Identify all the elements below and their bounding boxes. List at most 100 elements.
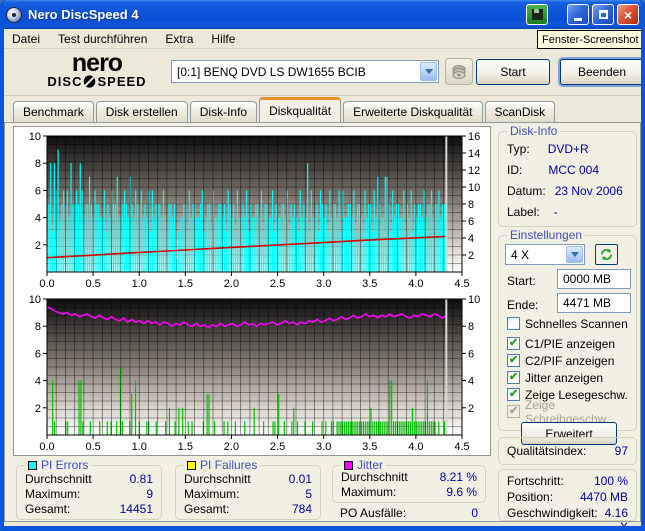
checkbox-schnelles-scannen[interactable]: Schnelles Scannen — [507, 316, 628, 331]
tab-scandisk[interactable]: ScanDisk — [485, 101, 556, 122]
svg-text:0.5: 0.5 — [85, 441, 100, 453]
checkbox-jitter[interactable]: Jitter anzeigen — [507, 370, 603, 385]
svg-text:1.0: 1.0 — [132, 441, 147, 453]
svg-text:10: 10 — [468, 294, 480, 306]
start-position-field[interactable]: 0000 MB — [557, 269, 631, 289]
menu-hilfe[interactable]: Hilfe — [211, 32, 235, 46]
tab-disk-erstellen[interactable]: Disk erstellen — [96, 101, 188, 122]
minimize-icon — [574, 18, 582, 21]
disk-type-value: DVD+R — [530, 142, 628, 156]
disc-logo-icon — [83, 75, 96, 88]
chevron-down-icon — [571, 252, 579, 257]
progress-label: Fortschritt: — [507, 474, 564, 488]
tab-benchmark[interactable]: Benchmark — [13, 101, 94, 122]
pi-errors-stats-title: PI Errors — [41, 458, 88, 472]
eject-button[interactable] — [445, 58, 473, 85]
tab-disk-info[interactable]: Disk-Info — [190, 101, 257, 122]
po-failures-label: PO Ausfälle: — [340, 506, 406, 520]
svg-text:8: 8 — [35, 158, 41, 170]
app-window: Nero DiscSpeed 4 × Fenster-Screenshot in… — [0, 0, 645, 531]
minimize-button[interactable] — [567, 4, 589, 25]
po-failures-row: PO Ausfälle: 0 — [340, 506, 478, 520]
progress-value: 100 % — [594, 474, 628, 488]
disc-stack-icon — [451, 64, 467, 80]
speed-select-dropdown-button[interactable] — [566, 246, 583, 263]
quit-button[interactable]: Beenden — [560, 59, 644, 85]
checkbox-c2-pif[interactable]: C2/PIF anzeigen — [507, 353, 614, 368]
disk-label-value: - — [540, 205, 628, 219]
close-button[interactable]: × — [617, 4, 639, 25]
floppy-disk-icon — [532, 9, 543, 20]
checkbox-c1-pie[interactable]: C1/PIE anzeigen — [507, 336, 615, 351]
drive-select-value: [0:1] BENQ DVD LS DW1655 BCIB — [172, 65, 419, 79]
tooltip: Fenster-Screenshot in — [537, 30, 645, 49]
refresh-button[interactable] — [595, 244, 618, 265]
header-bar: nero DISC SPEED [0:1] BENQ DVD LS DW1655… — [4, 50, 641, 96]
svg-text:4: 4 — [35, 213, 41, 225]
pi-errors-legend-icon — [28, 461, 37, 470]
quality-index-box: Qualitätsindex:97 — [498, 437, 637, 465]
pi-failures-legend-icon — [187, 461, 196, 470]
menu-datei[interactable]: Datei — [12, 32, 40, 46]
svg-text:14: 14 — [468, 148, 480, 160]
svg-text:2: 2 — [35, 240, 41, 252]
checkbox-schreibgeschw[interactable]: Zeige Schreibgeschw. — [507, 404, 636, 419]
svg-text:2: 2 — [468, 403, 474, 415]
maximize-button[interactable] — [592, 4, 614, 25]
svg-text:6: 6 — [35, 348, 41, 360]
diskqualitaet-page: 1086421614121086420.00.51.01.52.02.53.03… — [4, 122, 641, 522]
tab-bar: Benchmark Disk erstellen Disk-Info Diskq… — [4, 97, 641, 122]
disk-date-label: Datum: — [507, 184, 546, 198]
pif-avg-value: 0.01 — [289, 472, 312, 486]
disk-info-title: Disk-Info — [507, 124, 560, 138]
svg-text:2.0: 2.0 — [224, 441, 239, 453]
drive-select-dropdown-button[interactable] — [420, 62, 437, 81]
window-title: Nero DiscSpeed 4 — [28, 7, 523, 22]
checkbox-icon — [507, 354, 520, 367]
pi-errors-stats-group: PI Errors Durchschnitt0.81 Maximum:9 Ges… — [16, 465, 162, 520]
svg-text:4.0: 4.0 — [408, 278, 423, 290]
speed-select[interactable]: 4 X — [505, 244, 585, 265]
pi-failures-stats-group: PI Failures Durchschnitt0.01 Maximum:5 G… — [175, 465, 321, 520]
disk-label-label: Label: — [507, 205, 540, 219]
svg-text:3.5: 3.5 — [362, 441, 377, 453]
svg-text:2.0: 2.0 — [224, 278, 239, 290]
screenshot-button[interactable] — [526, 4, 548, 25]
tab-diskqualitaet[interactable]: Diskqualität — [259, 97, 341, 122]
svg-text:2.5: 2.5 — [270, 278, 285, 290]
svg-text:4.0: 4.0 — [408, 441, 423, 453]
menu-extra[interactable]: Extra — [165, 32, 193, 46]
svg-text:3.0: 3.0 — [316, 278, 331, 290]
svg-text:8: 8 — [468, 199, 474, 211]
position-label: Position: — [507, 490, 553, 504]
po-failures-value: 0 — [471, 506, 478, 520]
tab-erweiterte-diskqualitaet[interactable]: Erweiterte Diskqualität — [343, 101, 482, 122]
svg-text:1.0: 1.0 — [132, 278, 147, 290]
disk-type-label: Typ: — [507, 142, 530, 156]
svg-text:4: 4 — [35, 376, 41, 388]
svg-text:0.0: 0.0 — [39, 441, 54, 453]
menu-test-durchfuehren[interactable]: Test durchführen — [58, 32, 147, 46]
logo-speed-text: SPEED — [97, 74, 146, 89]
maximize-icon — [599, 10, 608, 19]
position-value: 4470 MB — [580, 490, 628, 504]
svg-text:12: 12 — [468, 165, 480, 177]
svg-text:16: 16 — [468, 131, 480, 143]
disk-date-value: 23 Nov 2006 — [546, 184, 628, 198]
start-position-label: Start: — [507, 274, 536, 288]
jitter-max-value: 9.6 % — [446, 485, 477, 499]
settings-title: Einstellungen — [507, 228, 585, 242]
svg-text:4: 4 — [468, 233, 474, 245]
progress-box: Fortschritt:100 % Position:4470 MB Gesch… — [498, 469, 637, 521]
title-bar[interactable]: Nero DiscSpeed 4 × — [0, 0, 645, 29]
end-position-field[interactable]: 4471 MB — [557, 293, 631, 313]
drive-select[interactable]: [0:1] BENQ DVD LS DW1655 BCIB — [171, 60, 439, 83]
speed-value: 4.16 X — [598, 506, 628, 531]
svg-text:10: 10 — [468, 182, 480, 194]
speed-select-value: 4 X — [506, 248, 565, 262]
quality-index-label: Qualitätsindex: — [507, 444, 586, 458]
svg-text:0.0: 0.0 — [39, 278, 54, 290]
jitter-legend-icon — [344, 461, 353, 470]
app-icon — [6, 7, 22, 23]
start-button[interactable]: Start — [476, 59, 550, 85]
